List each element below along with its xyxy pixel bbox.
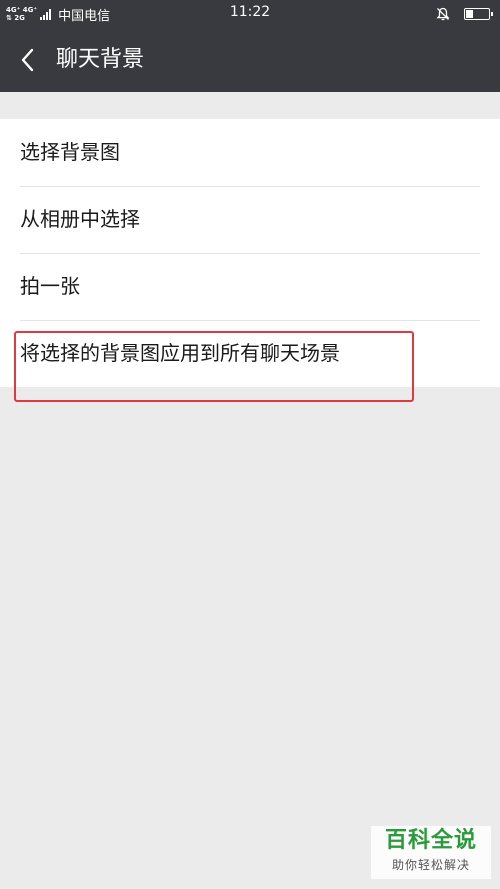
menu-list: 选择背景图 从相册中选择 拍一张 将选择的背景图应用到所有聊天场景 [0,119,500,387]
watermark-title: 百科全说 [384,828,477,853]
watermark-logo: 百科全说 助你轻松解决 [371,826,491,879]
menu-item-choose-from-album[interactable]: 从相册中选择 [0,186,500,253]
menu-item-choose-background[interactable]: 选择背景图 [0,119,500,186]
menu-item-take-photo[interactable]: 拍一张 [0,253,500,320]
battery-icon [464,8,493,20]
watermark-subtitle: 助你轻松解决 [391,858,470,872]
mute-bell-icon [436,7,450,21]
back-button[interactable] [10,42,46,78]
menu-item-apply-to-all-chats[interactable]: 将选择的背景图应用到所有聊天场景 [0,320,500,387]
back-arrow-icon [21,48,34,72]
status-bar: 4G⁺ 4G⁺ ⇅ 2G 中国电信 11:22 [0,0,500,28]
title-bar: 聊天背景 [0,28,500,92]
battery-level [466,10,473,18]
status-right [436,5,493,23]
status-time: 11:22 [229,4,271,20]
page-title: 聊天背景 [56,47,145,72]
